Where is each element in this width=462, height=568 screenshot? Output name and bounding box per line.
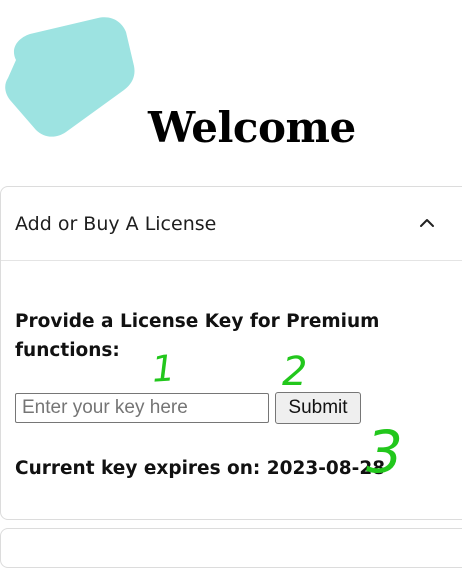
license-accordion: Add or Buy A License Provide a License K… bbox=[0, 186, 462, 520]
license-prompt: Provide a License Key for Premium functi… bbox=[15, 311, 380, 361]
submit-button[interactable]: Submit bbox=[275, 392, 361, 424]
license-accordion-title: Add or Buy A License bbox=[15, 213, 217, 235]
chevron-up-icon[interactable] bbox=[419, 217, 435, 229]
license-key-input[interactable] bbox=[15, 393, 269, 423]
license-accordion-header[interactable]: Add or Buy A License bbox=[1, 187, 462, 261]
next-accordion-panel[interactable] bbox=[0, 528, 462, 568]
page-title: Welcome bbox=[148, 103, 356, 152]
logo bbox=[5, 17, 135, 137]
key-expiry-text: Current key expires on: 2023-08-28 bbox=[15, 458, 386, 479]
